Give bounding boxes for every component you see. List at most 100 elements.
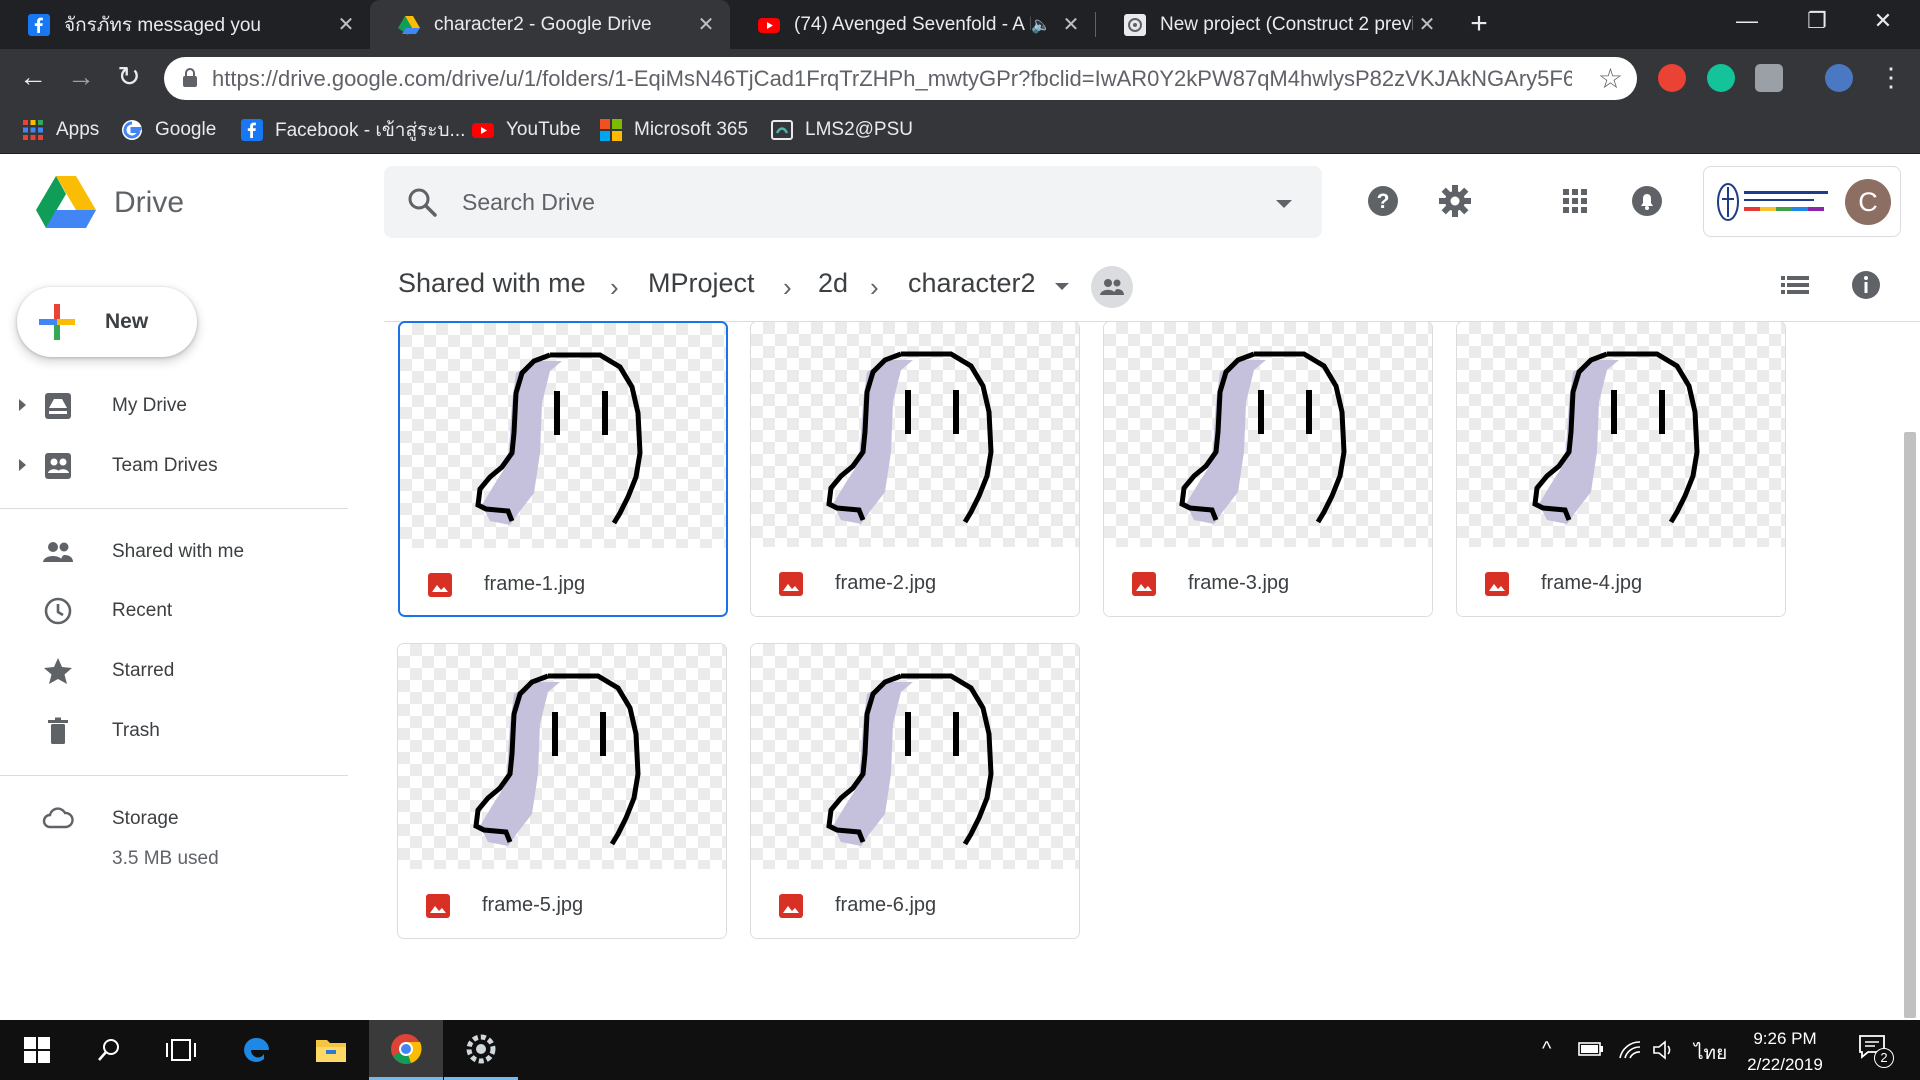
microsoft-icon — [600, 119, 622, 141]
notifications-bell-icon[interactable] — [1630, 184, 1664, 218]
screenshot-extension-icon[interactable] — [1755, 64, 1783, 92]
sidebar-item-recent[interactable]: Recent — [0, 587, 350, 635]
help-icon[interactable]: ? — [1366, 184, 1400, 218]
details-info-icon[interactable] — [1849, 268, 1883, 302]
address-bar[interactable]: https://drive.google.com/drive/u/1/folde… — [164, 57, 1637, 100]
list-view-icon[interactable] — [1778, 268, 1812, 302]
wifi-icon[interactable] — [1618, 1038, 1642, 1060]
taskbar-app-edge[interactable] — [220, 1020, 294, 1080]
reload-button[interactable]: ↻ — [110, 59, 148, 97]
file-thumbnail[interactable] — [751, 322, 1079, 547]
settings-gear-icon[interactable] — [1438, 184, 1472, 218]
bookmark-youtube[interactable]: YouTube — [472, 107, 581, 153]
search-icon[interactable] — [406, 186, 438, 218]
sidebar-item-team-drives[interactable]: Team Drives — [0, 442, 350, 490]
sidebar-item-trash[interactable]: Trash — [0, 707, 350, 755]
taskbar-app-file-explorer[interactable] — [294, 1020, 368, 1080]
url-text[interactable]: https://drive.google.com/drive/u/1/folde… — [212, 66, 1572, 92]
sidebar-item-storage[interactable]: Storage — [0, 795, 350, 843]
breadcrumb-item[interactable]: Shared with me — [398, 268, 586, 299]
file-thumbnail[interactable] — [1104, 322, 1432, 547]
browser-tab-construct[interactable]: New project (Construct 2 preview ✕ — [1096, 0, 1451, 49]
input-language-indicator[interactable]: ไทย — [1694, 1038, 1727, 1068]
sidebar-item-shared-with-me[interactable]: Shared with me — [0, 528, 350, 576]
adblock-extension-icon[interactable] — [1658, 64, 1686, 92]
avatar[interactable]: C — [1845, 179, 1891, 225]
file-card-footer[interactable]: frame-6.jpg — [751, 869, 1079, 938]
product-name[interactable]: Drive — [114, 186, 184, 220]
vertical-scrollbar[interactable] — [1904, 432, 1916, 1018]
browser-tab-youtube[interactable]: (74) Avenged Sevenfold - A L 🔈 ✕ — [730, 0, 1095, 49]
bookmark-star-icon[interactable]: ☆ — [1598, 62, 1623, 95]
minimize-button[interactable]: — — [1716, 0, 1778, 45]
restore-button[interactable]: ❐ — [1786, 0, 1848, 45]
bookmark-apps[interactable]: Apps — [22, 107, 99, 153]
file-card[interactable]: frame-4.jpg — [1456, 321, 1786, 617]
tab-close-icon[interactable]: ✕ — [1057, 12, 1085, 37]
battery-icon[interactable] — [1578, 1040, 1604, 1058]
chrome-menu-icon[interactable]: ⋮ — [1878, 62, 1904, 93]
volume-icon[interactable] — [1652, 1039, 1676, 1061]
search-options-chevron-icon[interactable] — [1276, 200, 1292, 208]
clock-time: 9:26 PM — [1753, 1029, 1817, 1048]
action-center-button[interactable]: 2 — [1858, 1034, 1894, 1068]
bookmark-facebook[interactable]: Facebook - เข้าสู่ระบ... — [241, 107, 465, 153]
file-card[interactable]: frame-3.jpg — [1103, 321, 1433, 617]
system-clock[interactable]: 9:26 PM 2/22/2019 — [1730, 1026, 1840, 1078]
star-icon — [44, 658, 72, 684]
sidebar-item-starred[interactable]: Starred — [0, 647, 350, 695]
taskbar-search-button[interactable] — [72, 1020, 146, 1080]
back-button[interactable]: ← — [14, 59, 52, 97]
browser-tab-drive[interactable]: character2 - Google Drive ✕ — [370, 0, 730, 49]
file-thumbnail[interactable] — [400, 323, 726, 548]
forward-button[interactable]: → — [62, 59, 100, 97]
task-view-button[interactable] — [144, 1020, 218, 1080]
expand-arrow-icon[interactable] — [19, 459, 26, 471]
new-tab-button[interactable]: + — [1462, 8, 1496, 42]
taskbar-app-construct[interactable] — [444, 1020, 518, 1080]
tab-close-icon[interactable]: ✕ — [1413, 12, 1441, 37]
file-card-footer[interactable]: frame-1.jpg — [400, 548, 726, 615]
account-switcher[interactable]: C — [1703, 166, 1901, 237]
breadcrumb-item[interactable]: MProject — [648, 268, 755, 299]
file-card[interactable]: frame-6.jpg — [750, 643, 1080, 939]
team-drives-icon — [45, 453, 71, 479]
profile-icon[interactable] — [1825, 64, 1853, 92]
browser-tab-facebook[interactable]: จักรภัทร messaged you ✕ — [0, 0, 370, 49]
start-button[interactable] — [0, 1020, 74, 1080]
new-button[interactable]: New — [17, 287, 197, 357]
bookmark-microsoft-365[interactable]: Microsoft 365 — [600, 107, 748, 153]
file-name: frame-1.jpg — [484, 573, 586, 595]
sidebar-item-my-drive[interactable]: My Drive — [0, 382, 350, 430]
bookmark-google[interactable]: Google — [121, 107, 216, 153]
taskbar-app-chrome[interactable] — [369, 1020, 443, 1080]
bookmark-lms2[interactable]: LMS2@PSU — [771, 107, 913, 153]
google-apps-icon[interactable] — [1558, 184, 1592, 218]
file-thumbnail[interactable] — [398, 644, 726, 869]
breadcrumb-current-folder[interactable]: character2 — [908, 268, 1036, 299]
tab-close-icon[interactable]: ✕ — [332, 12, 360, 37]
grammarly-extension-icon[interactable] — [1707, 64, 1735, 92]
expand-arrow-icon[interactable] — [19, 399, 26, 411]
breadcrumb-item[interactable]: 2d — [818, 268, 848, 299]
search-bar[interactable] — [384, 166, 1322, 238]
file-card-footer[interactable]: frame-2.jpg — [751, 547, 1079, 616]
search-input[interactable] — [462, 184, 1222, 220]
audio-playing-icon[interactable]: 🔈 — [1031, 15, 1051, 35]
construct-icon — [466, 1034, 496, 1063]
google-drive-logo-icon[interactable] — [36, 176, 96, 228]
show-hidden-icons-chevron-icon[interactable]: ^ — [1542, 1038, 1551, 1061]
shared-folder-badge[interactable] — [1091, 266, 1133, 308]
tab-close-icon[interactable]: ✕ — [692, 12, 720, 37]
file-card-footer[interactable]: frame-5.jpg — [398, 869, 726, 938]
file-thumbnail[interactable] — [1457, 322, 1785, 547]
file-thumbnail[interactable] — [751, 644, 1079, 869]
file-card[interactable]: frame-2.jpg — [750, 321, 1080, 617]
file-card-footer[interactable]: frame-3.jpg — [1104, 547, 1432, 616]
browser-tab-strip: จักรภัทร messaged you ✕ character2 - Goo… — [0, 0, 1920, 49]
file-card-footer[interactable]: frame-4.jpg — [1457, 547, 1785, 616]
file-card[interactable]: frame-1.jpg — [398, 321, 728, 617]
folder-menu-chevron-icon[interactable] — [1055, 283, 1069, 290]
file-card[interactable]: frame-5.jpg — [397, 643, 727, 939]
close-window-button[interactable]: ✕ — [1852, 0, 1914, 45]
